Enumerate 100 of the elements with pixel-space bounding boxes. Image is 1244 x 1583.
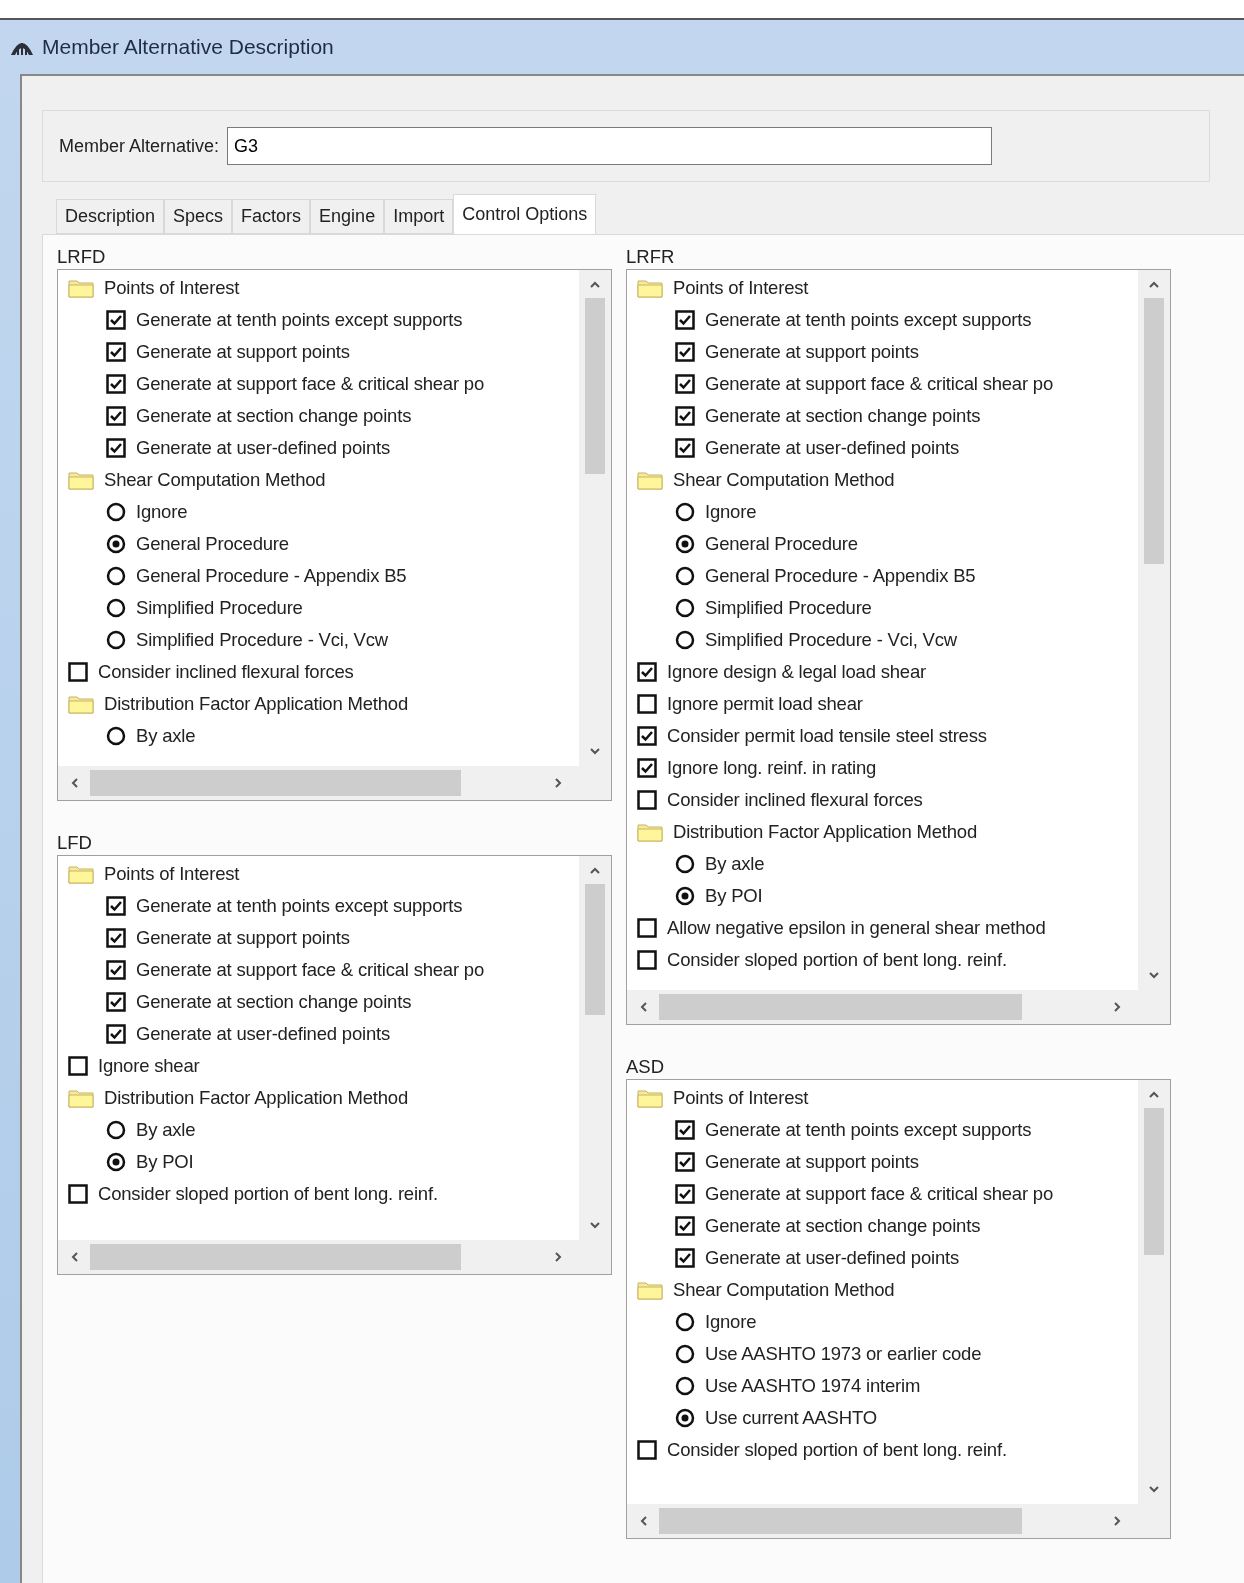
group-label: Distribution Factor Application Method — [673, 820, 977, 845]
scroll-thumb[interactable] — [1144, 1108, 1164, 1256]
checkbox[interactable] — [637, 662, 657, 682]
option-label: Generate at tenth points except supports — [136, 894, 463, 919]
options-tree[interactable] — [57, 269, 612, 801]
horizontal-scrollbar[interactable] — [627, 990, 1170, 1024]
option-label: General Procedure - Appendix B5 — [705, 564, 976, 589]
option-label: Consider sloped portion of bent long. reinf. — [667, 948, 1007, 973]
checkbox[interactable] — [637, 918, 657, 938]
option-label: Ignore — [705, 1310, 757, 1335]
vertical-scrollbar[interactable] — [579, 856, 611, 1240]
checkbox[interactable] — [106, 438, 126, 458]
checkbox[interactable] — [637, 758, 657, 778]
option-label: Generate at support face & critical shear po — [705, 1182, 1054, 1207]
option-label: General Procedure — [136, 532, 289, 557]
radio-button[interactable] — [675, 1408, 695, 1428]
option-label: General Procedure - Appendix B5 — [136, 564, 407, 589]
checkbox[interactable] — [68, 1184, 88, 1204]
checkbox[interactable] — [675, 1184, 695, 1204]
radio-button[interactable] — [106, 1120, 126, 1140]
scroll-thumb[interactable] — [90, 1244, 462, 1270]
checkbox[interactable] — [106, 342, 126, 362]
checkbox[interactable] — [106, 928, 126, 948]
scroll-thumb[interactable] — [1144, 298, 1164, 564]
checkbox[interactable] — [675, 310, 695, 330]
radio-button[interactable] — [675, 854, 695, 874]
horizontal-scrollbar[interactable] — [58, 1240, 611, 1274]
radio-button[interactable] — [675, 1376, 695, 1396]
scroll-thumb[interactable] — [585, 884, 605, 1016]
scroll-thumb[interactable] — [659, 1508, 1023, 1534]
scroll-thumb[interactable] — [585, 298, 605, 474]
checkbox[interactable] — [68, 1056, 88, 1076]
options-tree[interactable] — [57, 855, 612, 1275]
checkbox[interactable] — [637, 1440, 657, 1460]
checkbox[interactable] — [637, 950, 657, 970]
checkbox[interactable] — [106, 992, 126, 1012]
option-label: Simplified Procedure - Vci, Vcw — [705, 628, 957, 653]
radio-button[interactable] — [675, 502, 695, 522]
option-label: Generate at user-defined points — [136, 436, 390, 461]
vertical-scrollbar[interactable] — [1138, 270, 1170, 990]
tab[interactable]: Description — [56, 199, 165, 234]
radio-button[interactable] — [675, 534, 695, 554]
checkbox[interactable] — [68, 662, 88, 682]
checkbox[interactable] — [106, 374, 126, 394]
radio-button[interactable] — [106, 502, 126, 522]
horizontal-scrollbar[interactable] — [58, 766, 611, 800]
tab[interactable]: Factors — [232, 199, 311, 234]
option-label: Simplified Procedure — [705, 596, 872, 621]
option-label: Generate at user-defined points — [136, 1022, 390, 1047]
radio-button[interactable] — [675, 598, 695, 618]
radio-button[interactable] — [106, 534, 126, 554]
tab[interactable]: Control Options — [453, 194, 597, 234]
radio-button[interactable] — [675, 886, 695, 906]
radio-button[interactable] — [106, 566, 126, 586]
radio-button[interactable] — [675, 1344, 695, 1364]
group-label: Points of Interest — [104, 276, 240, 301]
tab[interactable]: Specs — [164, 199, 233, 234]
checkbox[interactable] — [675, 438, 695, 458]
folder-icon — [68, 278, 94, 298]
folder-icon — [68, 864, 94, 884]
horizontal-scrollbar[interactable] — [627, 1504, 1170, 1538]
checkbox[interactable] — [675, 406, 695, 426]
checkbox[interactable] — [106, 960, 126, 980]
tab[interactable]: Import — [384, 199, 454, 234]
option-label: Generate at section change points — [705, 1214, 981, 1239]
checkbox[interactable] — [675, 1152, 695, 1172]
checkbox[interactable] — [675, 1120, 695, 1140]
radio-button[interactable] — [106, 726, 126, 746]
vertical-scrollbar[interactable] — [1138, 1080, 1170, 1504]
scroll-thumb[interactable] — [90, 770, 462, 796]
radio-button[interactable] — [675, 1312, 695, 1332]
radio-button[interactable] — [675, 566, 695, 586]
checkbox[interactable] — [106, 310, 126, 330]
vertical-scrollbar[interactable] — [579, 270, 611, 766]
radio-button[interactable] — [675, 630, 695, 650]
option-label: Generate at support face & critical shear po — [136, 372, 485, 397]
scroll-thumb[interactable] — [659, 994, 1023, 1020]
radio-button[interactable] — [106, 630, 126, 650]
radio-button[interactable] — [106, 598, 126, 618]
tab[interactable]: Engine — [310, 199, 385, 234]
checkbox[interactable] — [106, 1024, 126, 1044]
options-tree[interactable] — [626, 269, 1171, 1025]
checkbox[interactable] — [637, 790, 657, 810]
radio-button[interactable] — [106, 1152, 126, 1172]
folder-icon — [68, 470, 94, 490]
option-label: Consider inclined flexural forces — [98, 660, 354, 685]
checkbox[interactable] — [637, 694, 657, 714]
member-alternative-field[interactable]: G3 — [227, 127, 993, 165]
option-label: Ignore permit load shear — [667, 692, 863, 717]
checkbox[interactable] — [675, 342, 695, 362]
checkbox[interactable] — [675, 1248, 695, 1268]
option-label: By axle — [705, 852, 765, 877]
option-label: Generate at user-defined points — [705, 1246, 959, 1271]
checkbox[interactable] — [106, 896, 126, 916]
checkbox[interactable] — [675, 1216, 695, 1236]
checkbox[interactable] — [675, 374, 695, 394]
folder-icon — [637, 1280, 663, 1300]
checkbox[interactable] — [637, 726, 657, 746]
checkbox[interactable] — [106, 406, 126, 426]
options-tree[interactable] — [626, 1079, 1171, 1539]
